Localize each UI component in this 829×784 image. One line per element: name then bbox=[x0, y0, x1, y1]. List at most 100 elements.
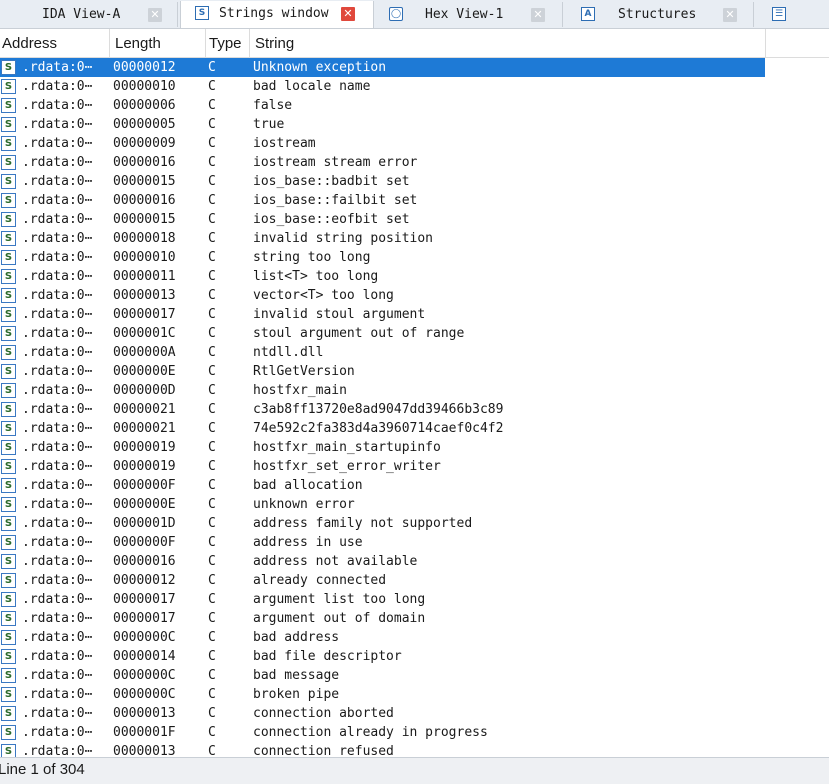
table-row[interactable]: S .rdata:0⋯ 00000015 Cios_base::eofbit set bbox=[0, 210, 829, 229]
strings-list: S .rdata:0⋯ 00000012 C Unknown exception S .rd… bbox=[0, 57, 829, 757]
table-row[interactable]: S .rdata:0⋯ 0000000A Cntdll.dll bbox=[0, 343, 829, 362]
string-icon: S bbox=[1, 649, 16, 664]
column-length[interactable]: Length bbox=[113, 29, 205, 57]
cell-address: .rdata:0⋯ bbox=[22, 288, 93, 303]
cell-string: bad locale name bbox=[253, 79, 371, 94]
string-icon: S bbox=[1, 668, 16, 683]
cell-type: C bbox=[208, 269, 216, 284]
close-icon[interactable]: ✕ bbox=[341, 7, 355, 21]
table-row[interactable]: S .rdata:0⋯ 00000010 Cstring too long bbox=[0, 248, 829, 267]
table-row[interactable]: S .rdata:0⋯ 00000016 Cios_base::failbit set bbox=[0, 191, 829, 210]
cell-length: 00000013 bbox=[113, 706, 176, 721]
tab-hex-view-1[interactable]: ◯ Hex View-1 ✕ bbox=[375, 2, 563, 27]
cell-string: invalid stoul argument bbox=[253, 307, 426, 322]
status-bar: Line 1 of 304 bbox=[0, 757, 829, 784]
cell-address: .rdata:0⋯ bbox=[22, 478, 93, 493]
table-row[interactable]: S .rdata:0⋯ 0000000F Caddress in use bbox=[0, 533, 829, 552]
string-icon: S bbox=[1, 98, 16, 113]
tab-structures[interactable]: A Structures ✕ bbox=[564, 2, 754, 27]
close-icon[interactable]: ✕ bbox=[148, 8, 162, 22]
table-row[interactable]: S .rdata:0⋯ 00000013 Cconnection aborted bbox=[0, 704, 829, 723]
cell-type: C bbox=[208, 288, 216, 303]
table-row[interactable]: S .rdata:0⋯ 0000001D Caddress family not su… bbox=[0, 514, 829, 533]
string-icon: S bbox=[1, 174, 16, 189]
cell-length: 00000018 bbox=[113, 231, 176, 246]
cell-string: false bbox=[253, 98, 293, 113]
tab-enums[interactable]: ☰ bbox=[755, 2, 829, 27]
string-icon: S bbox=[1, 155, 16, 170]
cell-length: 00000016 bbox=[113, 193, 176, 208]
cell-type: C bbox=[208, 60, 216, 75]
cell-string: argument list too long bbox=[253, 592, 426, 607]
table-row[interactable]: S .rdata:0⋯ 00000018 Cinvalid string positi… bbox=[0, 229, 829, 248]
table-row[interactable]: S .rdata:0⋯ 00000021 Cc3ab8ff13720e8ad9047d… bbox=[0, 400, 829, 419]
column-string[interactable]: String bbox=[253, 29, 765, 57]
cell-type: C bbox=[208, 497, 216, 512]
cell-address: .rdata:0⋯ bbox=[22, 573, 93, 588]
cell-length: 00000012 bbox=[113, 60, 176, 75]
cell-length: 00000013 bbox=[113, 288, 176, 303]
table-row[interactable]: S .rdata:0⋯ 00000017 Cargument out of domai… bbox=[0, 609, 829, 628]
cell-type: C bbox=[208, 136, 216, 151]
table-row[interactable]: S .rdata:0⋯ 00000014 Cbad file descriptor bbox=[0, 647, 829, 666]
table-row[interactable]: S .rdata:0⋯ 00000021 C 74e592c2fa383d4a39607… bbox=[0, 419, 829, 438]
table-row[interactable]: S .rdata:0⋯ 00000010 Cbad locale name bbox=[0, 77, 829, 96]
cell-address: .rdata:0⋯ bbox=[22, 136, 93, 151]
cell-string: vector<T> too long bbox=[253, 288, 394, 303]
cell-type: C bbox=[208, 364, 216, 379]
table-row[interactable]: S .rdata:0⋯ 0000000D Chostfxr_main bbox=[0, 381, 829, 400]
table-row[interactable]: S .rdata:0⋯ 00000017 Cargument list too lon… bbox=[0, 590, 829, 609]
close-icon[interactable]: ✕ bbox=[723, 8, 737, 22]
string-icon: S bbox=[1, 193, 16, 208]
table-row[interactable]: S .rdata:0⋯ 00000019 Chostfxr_main_startupi… bbox=[0, 438, 829, 457]
table-row[interactable]: S .rdata:0⋯ 00000017 Cinvalid stoul argumen… bbox=[0, 305, 829, 324]
tab-label: Strings window bbox=[219, 6, 329, 21]
column-divider[interactable] bbox=[249, 29, 250, 57]
cell-string: hostfxr_main bbox=[253, 383, 347, 398]
cell-address: .rdata:0⋯ bbox=[22, 592, 93, 607]
table-row[interactable]: S .rdata:0⋯ 00000011 Clist<T> too long bbox=[0, 267, 829, 286]
table-row[interactable]: S .rdata:0⋯ 00000013 Cvector<T> too long bbox=[0, 286, 829, 305]
cell-string: bad allocation bbox=[253, 478, 363, 493]
tab-label: IDA View-A bbox=[42, 7, 121, 22]
table-row[interactable]: S .rdata:0⋯ 0000000F Cbad allocation bbox=[0, 476, 829, 495]
column-divider[interactable] bbox=[205, 29, 206, 57]
cell-type: C bbox=[208, 687, 216, 702]
cell-address: .rdata:0⋯ bbox=[22, 706, 93, 721]
cell-string: ios_base::badbit set bbox=[253, 174, 410, 189]
string-icon: S bbox=[1, 440, 16, 455]
table-row[interactable]: S .rdata:0⋯ 00000009 Ciostream bbox=[0, 134, 829, 153]
table-row[interactable]: S .rdata:0⋯ 00000005 Ctrue bbox=[0, 115, 829, 134]
string-icon: S bbox=[1, 136, 16, 151]
table-row[interactable]: S .rdata:0⋯ 00000019 Chostfxr_set_error_wri… bbox=[0, 457, 829, 476]
table-row[interactable]: S .rdata:0⋯ 00000015 Cios_base::badbit set bbox=[0, 172, 829, 191]
table-row[interactable]: S .rdata:0⋯ 0000000E Cunknown error bbox=[0, 495, 829, 514]
table-row[interactable]: S .rdata:0⋯ 00000016 Ciostream stream error bbox=[0, 153, 829, 172]
cell-length: 00000009 bbox=[113, 136, 176, 151]
table-row[interactable]: S .rdata:0⋯ 00000012 Calready connected bbox=[0, 571, 829, 590]
string-icon: S bbox=[1, 117, 16, 132]
tab-ida-view-a[interactable]: IDA View-A ✕ bbox=[0, 2, 178, 27]
cell-length: 0000001C bbox=[113, 326, 176, 341]
table-row[interactable]: S .rdata:0⋯ 0000000C Cbad message bbox=[0, 666, 829, 685]
table-row[interactable]: S .rdata:0⋯ 00000006 Cfalse bbox=[0, 96, 829, 115]
table-row[interactable]: S .rdata:0⋯ 0000000E C RtlGetVersion bbox=[0, 362, 829, 381]
cell-string: ios_base::eofbit set bbox=[253, 212, 410, 227]
table-row[interactable]: S .rdata:0⋯ 0000000C Cbroken pipe bbox=[0, 685, 829, 704]
table-row[interactable]: S .rdata:0⋯ 00000013 Cconnection refused bbox=[0, 742, 829, 757]
close-icon[interactable]: ✕ bbox=[531, 8, 545, 22]
column-divider[interactable] bbox=[765, 29, 766, 57]
tab-strings-window[interactable]: S Strings window ✕ bbox=[180, 1, 374, 28]
table-row[interactable]: S .rdata:0⋯ 00000016 Caddress not available bbox=[0, 552, 829, 571]
table-row[interactable]: S .rdata:0⋯ 0000001C Cstoul argument out of… bbox=[0, 324, 829, 343]
string-icon: S bbox=[1, 497, 16, 512]
table-row[interactable]: S .rdata:0⋯ 00000012 C Unknown exception bbox=[0, 58, 829, 77]
table-row[interactable]: S .rdata:0⋯ 0000000C Cbad address bbox=[0, 628, 829, 647]
cell-address: .rdata:0⋯ bbox=[22, 307, 93, 322]
cell-string: address not available bbox=[253, 554, 418, 569]
column-address[interactable]: Address bbox=[0, 29, 109, 57]
column-divider[interactable] bbox=[109, 29, 110, 57]
table-row[interactable]: S .rdata:0⋯ 0000001F Cconnection already in… bbox=[0, 723, 829, 742]
column-type[interactable]: Type bbox=[207, 29, 249, 57]
cell-address: .rdata:0⋯ bbox=[22, 459, 93, 474]
